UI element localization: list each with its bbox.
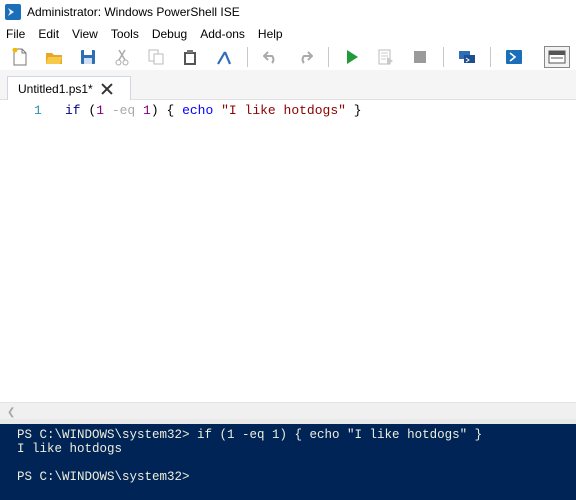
number-token: 1 (143, 103, 151, 118)
brace-token: } (345, 103, 362, 118)
menu-addons[interactable]: Add-ons (200, 27, 245, 41)
toolbar-separator (328, 47, 329, 67)
title-bar: Administrator: Windows PowerShell ISE (0, 0, 576, 24)
keyword-token: if (65, 103, 81, 118)
console-line: I like hotdogs (17, 442, 123, 456)
undo-icon[interactable] (260, 46, 282, 68)
paste-icon[interactable] (179, 46, 201, 68)
new-file-icon[interactable] (9, 46, 31, 68)
operator-token: -eq (104, 103, 144, 118)
menu-bar: File Edit View Tools Debug Add-ons Help (0, 24, 576, 44)
scroll-left-icon[interactable]: ❮ (7, 407, 15, 418)
run-selection-icon[interactable] (375, 46, 397, 68)
cut-icon[interactable] (111, 46, 133, 68)
menu-file[interactable]: File (6, 27, 25, 41)
menu-edit[interactable]: Edit (38, 27, 59, 41)
line-number: 1 (34, 103, 42, 118)
number-token: 1 (96, 103, 105, 118)
horizontal-scrollbar[interactable]: ❮ (0, 402, 576, 419)
console-prompt: PS C:\WINDOWS\system32> (17, 470, 190, 484)
close-icon[interactable] (101, 83, 113, 95)
menu-help[interactable]: Help (258, 27, 283, 41)
brace-token: ) { (150, 103, 183, 118)
powershell-ise-icon (5, 4, 21, 20)
remote-powershell-icon[interactable] (456, 46, 478, 68)
redo-icon[interactable] (294, 46, 316, 68)
toolbar-separator (247, 47, 248, 67)
tab-untitled1[interactable]: Untitled1.ps1* (7, 76, 131, 100)
clear-console-icon[interactable] (213, 46, 235, 68)
powershell-console-icon[interactable] (503, 46, 525, 68)
code-line: if (1 -eq 1) { echo "I like hotdogs" } (65, 103, 362, 118)
show-script-pane-icon[interactable] (544, 46, 570, 68)
window-title: Administrator: Windows PowerShell ISE (27, 5, 240, 19)
paren-token: ( (80, 103, 97, 118)
menu-tools[interactable]: Tools (111, 27, 139, 41)
run-script-icon[interactable] (341, 46, 363, 68)
command-token: echo (182, 103, 214, 118)
toolbar-separator (490, 47, 491, 67)
toolbar-separator (443, 47, 444, 67)
script-tab-bar: Untitled1.ps1* (0, 70, 576, 100)
script-editor[interactable]: 1 if (1 -eq 1) { echo "I like hotdogs" } (0, 100, 576, 402)
stop-icon[interactable] (409, 46, 431, 68)
copy-icon[interactable] (145, 46, 167, 68)
menu-debug[interactable]: Debug (152, 27, 187, 41)
menu-view[interactable]: View (72, 27, 98, 41)
console-pane[interactable]: PS C:\WINDOWS\system32> if (1 -eq 1) { e… (0, 424, 576, 500)
toolbar (0, 44, 576, 70)
tab-label: Untitled1.ps1* (18, 81, 93, 96)
open-folder-icon[interactable] (43, 46, 65, 68)
save-icon[interactable] (77, 46, 99, 68)
string-token: "I like hotdogs" (221, 103, 346, 118)
console-line: PS C:\WINDOWS\system32> if (1 -eq 1) { e… (17, 428, 483, 442)
